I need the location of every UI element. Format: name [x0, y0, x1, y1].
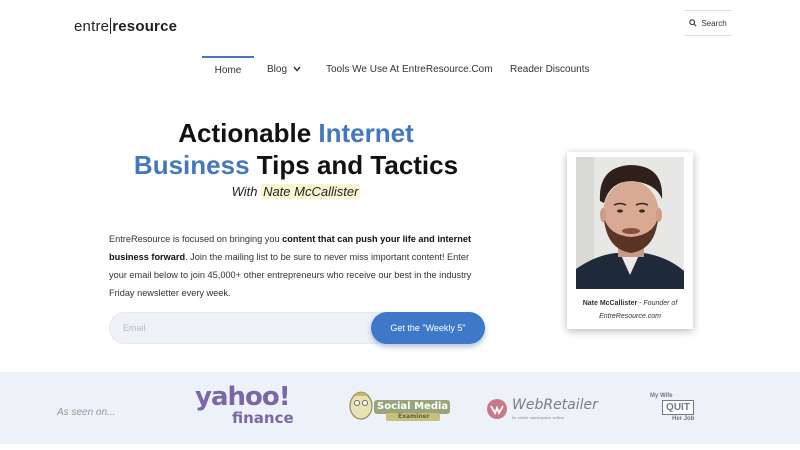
yahoo-finance-text: finance: [232, 409, 294, 427]
nav-item-label: Home: [214, 65, 242, 76]
site-logo[interactable]: entre resource: [74, 18, 177, 35]
as-seen-on-label: As seen on...: [57, 407, 116, 418]
logo-text-resource: resource: [112, 18, 178, 35]
hero-title-text: Actionable: [178, 118, 319, 148]
search-button[interactable]: Search: [684, 10, 732, 36]
subtitle-prefix: With: [231, 184, 262, 199]
social-media-examiner-logo: Social Media Examiner: [346, 386, 454, 424]
quit-text: QUIT: [662, 400, 694, 415]
desc-text: EntreResource is focused on bringing you: [109, 234, 283, 244]
subtitle-name: Nate McCallister: [261, 184, 361, 199]
profile-name: Nate McCallister: [582, 300, 638, 307]
profile-photo: [576, 157, 684, 289]
hero-title-accent: Business: [133, 150, 250, 180]
search-icon: [689, 19, 697, 27]
nav-item-label: Reader Discounts: [510, 64, 590, 75]
search-label: Search: [701, 18, 727, 28]
profile-caption: Nate McCallister - Founder of EntreResou…: [571, 297, 689, 323]
my-wife-quit-her-job-logo: My Wife QUIT Her Job: [648, 392, 706, 428]
webretailer-tagline: for online marketplace sellers: [512, 415, 565, 420]
my-wife-text: My Wife: [650, 393, 673, 399]
hero-title-accent: Internet: [318, 118, 414, 148]
yahoo-logo-text: yahoo!: [195, 382, 291, 412]
examiner-text: Examiner: [398, 413, 430, 420]
nav-item-blog[interactable]: Blog: [267, 56, 301, 84]
yahoo-finance-logo: yahoo! finance: [195, 384, 301, 426]
logo-text-entre: entre: [74, 18, 110, 35]
profile-site: EntreResource.com: [599, 313, 661, 320]
webretailer-text: WebRetailer: [512, 397, 598, 413]
webretailer-logo: WebRetailer for online marketplace selle…: [486, 396, 598, 424]
nav-item-reader-discounts[interactable]: Reader Discounts: [510, 56, 589, 84]
hero-subtitle: With Nate McCallister: [110, 184, 482, 199]
hero-title-text: Tips and Tactics: [249, 150, 459, 180]
chevron-down-icon: [293, 66, 301, 72]
nav-item-label: Tools We Use At EntreResource.Com: [326, 64, 493, 75]
email-input[interactable]: [109, 312, 399, 344]
profile-role: - Founder of: [637, 300, 678, 307]
nav-item-label: Blog: [267, 64, 288, 75]
hero-description: EntreResource is focused on bringing you…: [109, 230, 483, 302]
social-media-text: Social Media: [377, 401, 449, 412]
nav-item-tools[interactable]: Tools We Use At EntreResource.Com: [326, 56, 493, 84]
get-weekly-5-button[interactable]: Get the "Weekly 5": [371, 312, 485, 344]
nav-item-home[interactable]: Home: [202, 56, 254, 86]
hero-title: Actionable Internet Business Tips and Ta…: [110, 117, 482, 181]
main-nav: Home Blog Tools We Use At EntreResource.…: [0, 56, 800, 84]
profile-card: Nate McCallister - Founder of EntreResou…: [567, 152, 693, 329]
her-job-text: Her Job: [672, 416, 695, 422]
